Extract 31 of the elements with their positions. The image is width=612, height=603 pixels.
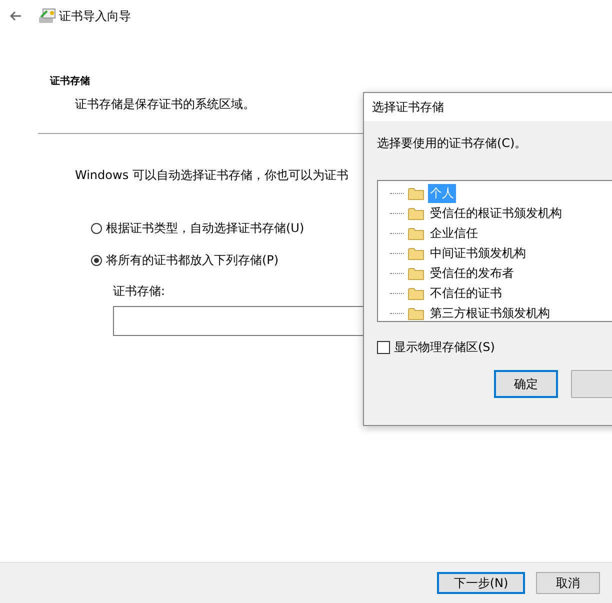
store-item[interactable]: 受信任的发布者 bbox=[428, 264, 516, 282]
section-title: 证书存储 bbox=[50, 74, 91, 88]
option-label[interactable]: 根据证书类型，自动选择证书存储(U) bbox=[106, 220, 304, 237]
radio-button[interactable] bbox=[91, 223, 102, 234]
dialog-prompt: 选择要使用的证书存储(C)。 bbox=[377, 135, 528, 152]
folder-icon bbox=[408, 286, 424, 300]
back-arrow-icon[interactable] bbox=[10, 11, 22, 21]
section-description: 证书存储是保存证书的系统区域。 bbox=[75, 96, 255, 113]
folder-icon bbox=[408, 306, 424, 320]
option-label[interactable]: 将所有的证书都放入下列存储(P) bbox=[106, 252, 279, 269]
certificate-icon bbox=[38, 8, 56, 24]
store-item[interactable]: 第三方根证书颁发机构 bbox=[428, 304, 552, 321]
store-label: 证书存储: bbox=[113, 283, 166, 300]
folder-icon bbox=[408, 226, 424, 240]
wizard-button[interactable]: 取消 bbox=[536, 572, 600, 594]
wizard-title: 证书导入向导 bbox=[59, 8, 131, 24]
store-item[interactable]: 中间证书颁发机构 bbox=[428, 244, 528, 262]
ok-button[interactable]: 确定 bbox=[494, 370, 558, 398]
folder-icon bbox=[408, 186, 424, 200]
wizard-button[interactable]: 下一步(N) bbox=[437, 572, 525, 594]
folder-icon bbox=[408, 266, 424, 280]
store-item[interactable]: 不信任的证书 bbox=[428, 284, 504, 302]
folder-icon bbox=[408, 246, 424, 260]
dialog-title: 选择证书存储 bbox=[364, 93, 612, 121]
store-item[interactable]: 企业信任 bbox=[428, 224, 480, 242]
checkbox[interactable] bbox=[377, 341, 390, 354]
radio-button[interactable] bbox=[91, 255, 102, 266]
checkbox-label[interactable]: 显示物理存储区(S) bbox=[394, 339, 495, 356]
folder-icon bbox=[408, 206, 424, 220]
store-item[interactable]: 受信任的根证书颁发机构 bbox=[428, 204, 564, 222]
intro-text: Windows 可以自动选择证书存储，你也可以为证书 bbox=[75, 167, 348, 184]
